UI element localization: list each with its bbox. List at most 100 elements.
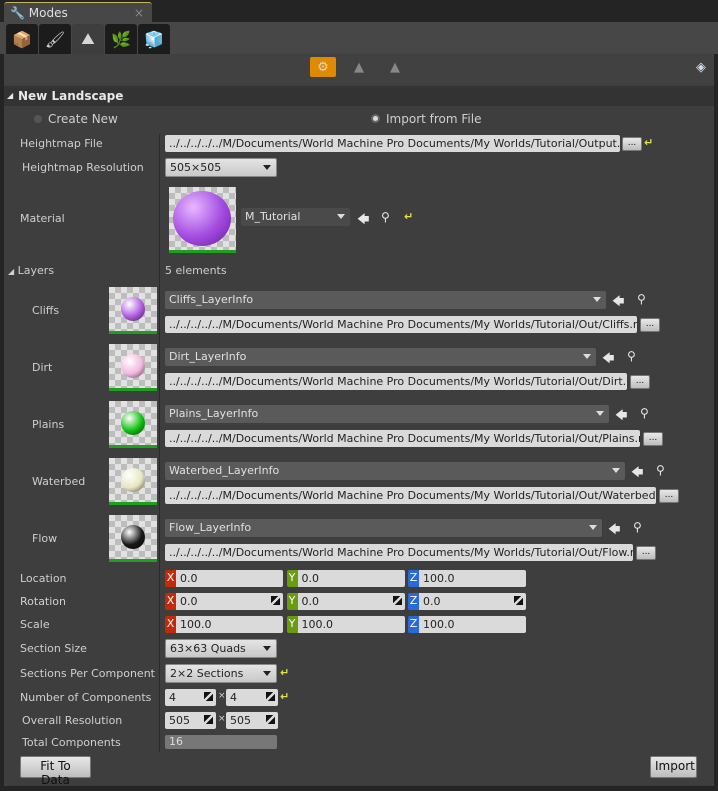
layer-info-dropdown[interactable]: Waterbed_LayerInfo bbox=[165, 462, 625, 480]
rotation-label: Rotation bbox=[20, 595, 67, 608]
chevron-down-icon bbox=[596, 411, 604, 416]
rotation-y-input[interactable]: 0.0 bbox=[297, 593, 405, 610]
layer-name: Dirt bbox=[32, 361, 53, 374]
sections-per-component-dropdown[interactable]: 2×2 Sections bbox=[165, 664, 277, 683]
create-new-radio[interactable]: Create New bbox=[34, 112, 118, 126]
scale-label: Scale bbox=[20, 618, 50, 631]
layer-browse-button[interactable]: ... bbox=[643, 432, 663, 446]
location-label: Location bbox=[20, 572, 67, 585]
layer-info-dropdown[interactable]: Plains_LayerInfo bbox=[165, 405, 609, 423]
rotation-z-input[interactable]: 0.0 bbox=[419, 593, 526, 610]
material-dropdown[interactable]: M_Tutorial bbox=[241, 208, 350, 226]
total-components-value: 16 bbox=[165, 735, 277, 749]
section-size-dropdown[interactable]: 63×63 Quads bbox=[165, 639, 277, 658]
heightmap-file-label: Heightmap File bbox=[20, 137, 103, 150]
overall-resolution-label: Overall Resolution bbox=[22, 714, 123, 727]
layer-name: Flow bbox=[32, 532, 58, 545]
chevron-down-icon bbox=[612, 468, 620, 473]
reset-icon[interactable]: ↵ bbox=[280, 690, 289, 703]
layer-thumbnail[interactable] bbox=[109, 287, 157, 334]
paint-tool-icon[interactable]: ▲ bbox=[382, 57, 408, 77]
reset-icon[interactable]: ↵ bbox=[404, 210, 413, 223]
use-selected-arrow-icon[interactable]: 🡄 bbox=[631, 463, 643, 484]
scale-z-input[interactable]: 100.0 bbox=[419, 616, 526, 633]
use-selected-arrow-icon[interactable]: 🡄 bbox=[608, 520, 620, 541]
times-sign: × bbox=[218, 714, 226, 724]
heightmap-resolution-dropdown[interactable]: 505×505 bbox=[165, 158, 277, 177]
browse-search-icon[interactable]: ⚲ bbox=[637, 292, 646, 306]
use-selected-arrow-icon[interactable]: 🡄 bbox=[602, 349, 614, 370]
use-selected-arrow-icon[interactable]: 🡄 bbox=[615, 406, 627, 427]
browse-search-icon[interactable]: ⚲ bbox=[381, 210, 390, 224]
reset-icon[interactable]: ↵ bbox=[644, 136, 653, 149]
browse-search-icon[interactable]: ⚲ bbox=[633, 520, 642, 534]
sculpt-tool-icon[interactable]: ▲ bbox=[346, 57, 372, 77]
heightmap-browse-button[interactable]: ... bbox=[622, 137, 642, 151]
components-y-input[interactable]: 4 bbox=[226, 689, 278, 706]
z-axis-label: Z bbox=[408, 570, 419, 587]
resolution-x-input[interactable]: 505 bbox=[165, 712, 216, 729]
layer-file-input[interactable]: ../../../../../M/Documents/World Machine… bbox=[165, 544, 633, 561]
layer-file-input[interactable]: ../../../../../M/Documents/World Machine… bbox=[165, 430, 640, 447]
layer-file-input[interactable]: ../../../../../M/Documents/World Machine… bbox=[165, 316, 637, 333]
import-button[interactable]: Import bbox=[650, 756, 697, 778]
use-selected-arrow-icon[interactable]: 🡄 bbox=[357, 210, 369, 231]
x-axis-label: X bbox=[165, 570, 176, 587]
layer-name: Waterbed bbox=[32, 475, 86, 488]
settings-cube-icon[interactable]: ◈ bbox=[688, 57, 714, 77]
material-thumbnail[interactable] bbox=[169, 187, 236, 253]
times-sign: × bbox=[218, 691, 226, 701]
scale-x-input[interactable]: 100.0 bbox=[176, 616, 283, 633]
total-components-label: Total Components bbox=[22, 736, 121, 749]
foliage-mode-icon[interactable]: 🌿 bbox=[105, 24, 137, 54]
material-label: Material bbox=[20, 212, 65, 225]
spinner-icon bbox=[271, 596, 280, 605]
location-z-input[interactable]: 100.0 bbox=[419, 570, 526, 587]
paint-mode-icon[interactable]: 🖌 bbox=[39, 24, 71, 54]
location-y-input[interactable]: 0.0 bbox=[297, 570, 405, 587]
layer-thumbnail[interactable] bbox=[109, 344, 157, 391]
rotation-x-input[interactable]: 0.0 bbox=[176, 593, 283, 610]
landscape-mode-icon[interactable]: ⛰ bbox=[72, 24, 104, 54]
geometry-mode-icon[interactable]: 🧊 bbox=[138, 24, 170, 54]
resolution-y-input[interactable]: 505 bbox=[226, 712, 278, 729]
layer-thumbnail[interactable] bbox=[109, 401, 157, 448]
spinner-icon bbox=[204, 692, 213, 701]
x-axis-label: X bbox=[165, 593, 176, 610]
layer-browse-button[interactable]: ... bbox=[659, 489, 679, 503]
number-of-components-label: Number of Components bbox=[20, 691, 152, 704]
layers-label[interactable]: ◢ Layers bbox=[8, 264, 54, 277]
modes-tab[interactable]: 🔧 Modes × bbox=[4, 2, 152, 22]
chevron-down-icon bbox=[589, 525, 597, 530]
browse-search-icon[interactable]: ⚲ bbox=[627, 349, 636, 363]
layer-thumbnail[interactable] bbox=[109, 515, 157, 562]
layer-file-input[interactable]: ../../../../../M/Documents/World Machine… bbox=[165, 487, 656, 504]
fit-to-data-button[interactable]: Fit To Data bbox=[20, 756, 91, 787]
import-from-file-radio[interactable]: Import from File bbox=[371, 112, 481, 126]
layer-browse-button[interactable]: ... bbox=[630, 375, 650, 389]
layer-file-input[interactable]: ../../../../../M/Documents/World Machine… bbox=[165, 373, 627, 390]
scale-y-input[interactable]: 100.0 bbox=[297, 616, 405, 633]
manage-tool-icon[interactable]: ⚙ bbox=[310, 57, 336, 77]
column-divider bbox=[159, 134, 160, 752]
use-selected-arrow-icon[interactable]: 🡄 bbox=[612, 292, 624, 313]
layer-thumbnail[interactable] bbox=[109, 458, 157, 505]
close-tab-button[interactable]: × bbox=[134, 6, 144, 20]
spinner-icon bbox=[266, 692, 275, 701]
place-mode-icon[interactable]: 📦 bbox=[6, 24, 38, 54]
y-axis-label: Y bbox=[286, 616, 298, 633]
layer-browse-button[interactable]: ... bbox=[636, 546, 656, 560]
browse-search-icon[interactable]: ⚲ bbox=[656, 463, 665, 477]
location-x-input[interactable]: 0.0 bbox=[176, 570, 283, 587]
layer-browse-button[interactable]: ... bbox=[640, 318, 660, 332]
layer-info-dropdown[interactable]: Cliffs_LayerInfo bbox=[165, 291, 606, 309]
heightmap-file-input[interactable]: ../../../../../M/Documents/World Machine… bbox=[165, 135, 620, 152]
spinner-icon bbox=[514, 596, 523, 605]
y-axis-label: Y bbox=[286, 593, 298, 610]
layer-info-dropdown[interactable]: Flow_LayerInfo bbox=[165, 519, 602, 537]
components-x-input[interactable]: 4 bbox=[165, 689, 216, 706]
layer-info-dropdown[interactable]: Dirt_LayerInfo bbox=[165, 348, 596, 366]
browse-search-icon[interactable]: ⚲ bbox=[640, 406, 649, 420]
new-landscape-header[interactable]: ◢ New Landscape bbox=[4, 86, 714, 106]
reset-icon[interactable]: ↵ bbox=[280, 666, 289, 679]
